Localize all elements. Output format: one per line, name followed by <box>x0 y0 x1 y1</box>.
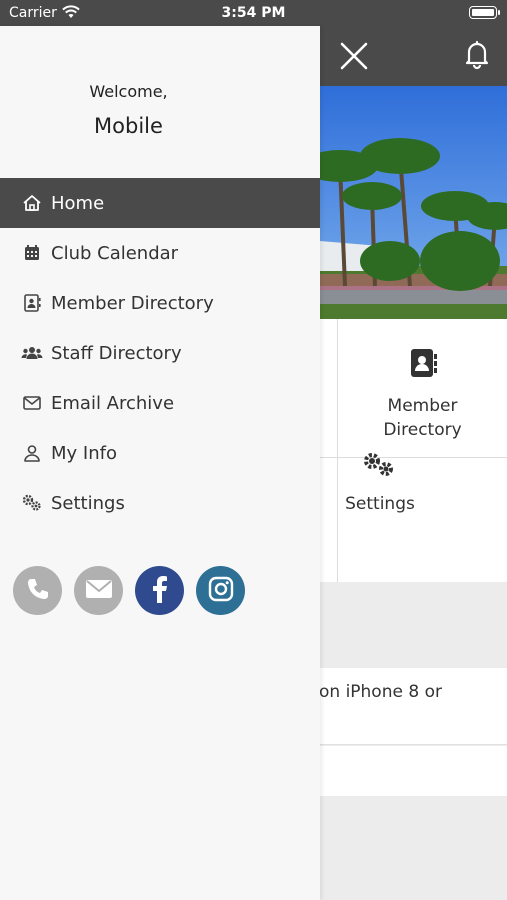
email-icon <box>85 578 113 604</box>
menu-item-home[interactable]: Home <box>0 178 320 228</box>
menu-item-my-info[interactable]: My Info <box>0 428 320 478</box>
menu-item-club-calendar[interactable]: Club Calendar <box>0 228 320 278</box>
gears-icon <box>362 451 396 483</box>
username: Mobile <box>94 114 163 138</box>
menu-item-label: Member Directory <box>51 292 214 314</box>
menu-item-email-archive[interactable]: Email Archive <box>0 378 320 428</box>
welcome-label: Welcome, <box>89 82 168 101</box>
phone-icon <box>25 576 51 606</box>
menu-item-label: Home <box>51 192 105 214</box>
instagram-icon <box>208 576 234 606</box>
contact-book-icon <box>21 292 43 314</box>
menu-item-label: Email Archive <box>51 392 175 414</box>
clock: 3:54 PM <box>221 5 286 21</box>
drawer-menu: Home Club Calendar Member Directory Staf… <box>0 178 320 528</box>
tile-settings-label: Settings <box>345 494 415 514</box>
contact-book-icon <box>338 347 507 386</box>
user-icon <box>21 442 43 464</box>
bell-icon[interactable] <box>460 37 494 71</box>
menu-item-label: Settings <box>51 492 125 514</box>
calendar-icon <box>21 242 43 264</box>
facebook-button[interactable] <box>135 566 184 615</box>
users-icon <box>21 342 43 364</box>
menu-item-settings[interactable]: Settings <box>0 478 320 528</box>
menu-item-staff-directory[interactable]: Staff Directory <box>0 328 320 378</box>
menu-item-label: Club Calendar <box>51 242 179 264</box>
list-item-text: is on iPhone 8 or <box>300 682 442 702</box>
battery-icon <box>469 6 500 19</box>
facebook-icon <box>150 575 170 607</box>
menu-item-label: Staff Directory <box>51 342 182 364</box>
gears-icon <box>21 492 43 514</box>
email-button[interactable] <box>74 566 123 615</box>
social-links <box>13 566 245 615</box>
tile-member-label-2: Directory <box>383 420 462 440</box>
instagram-button[interactable] <box>196 566 245 615</box>
status-bar: Carrier 3:54 PM <box>0 0 507 26</box>
phone-button[interactable] <box>13 566 62 615</box>
menu-item-label: My Info <box>51 442 117 464</box>
home-icon <box>21 192 43 214</box>
tile-member-label-1: Member <box>387 396 458 416</box>
close-icon[interactable] <box>336 38 372 74</box>
side-drawer: Welcome, Mobile Home Club Calendar Membe… <box>0 26 320 900</box>
tile-member-directory[interactable]: Member Directory <box>338 319 507 458</box>
envelope-icon <box>21 392 43 414</box>
menu-item-member-directory[interactable]: Member Directory <box>0 278 320 328</box>
